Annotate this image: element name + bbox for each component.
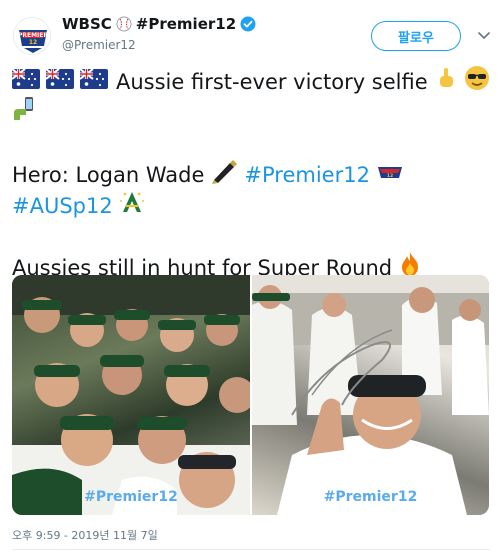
tweet-timestamp[interactable]: 오후 9:59 - 2019년 11월 7일	[12, 527, 158, 543]
pointing-up-icon	[434, 66, 458, 99]
hashtag-premier12[interactable]: #Premier12	[244, 160, 370, 191]
tweet-header: PREMIER 12 WBSC #Premier12 @Premier12 팔로…	[0, 0, 499, 62]
tweet-line-1: Aussie first-ever victory selfie	[11, 65, 490, 100]
display-name[interactable]: WBSC	[62, 15, 112, 33]
author-handle[interactable]: @Premier12	[62, 38, 136, 52]
premier12-logo-icon: 12	[376, 160, 404, 191]
divider	[12, 549, 490, 550]
selfie-hand-icon	[12, 96, 36, 131]
photo-watermark-right: #Premier12	[323, 489, 418, 505]
tweet-line-4: #AUSp12	[12, 191, 490, 222]
australia-flag-icon	[79, 67, 108, 98]
photo-watermark-left: #Premier12	[84, 489, 178, 505]
tweet-line-3-text: Hero: Logan Wade	[12, 163, 205, 187]
display-name-hashtag[interactable]: #Premier12	[136, 15, 236, 33]
svg-text:12: 12	[29, 39, 37, 46]
sunglasses-face-icon	[464, 65, 490, 100]
svg-text:12: 12	[387, 173, 393, 179]
team-selfie-photo-left[interactable]: #Premier12	[12, 275, 250, 515]
author-name-row[interactable]: WBSC #Premier12	[62, 15, 256, 33]
logan-wade-illustration	[252, 275, 489, 515]
tweet-text: Aussie first-ever victory selfie Hero: L…	[11, 65, 490, 284]
aus-team-logo-icon	[119, 189, 145, 224]
tweet-line-1-text: Aussie first-ever victory selfie	[116, 70, 428, 94]
australia-flag-icon	[45, 67, 74, 98]
hashtag-ausp12[interactable]: #AUSp12	[12, 191, 113, 222]
logan-wade-selfie-photo-right[interactable]: #Premier12	[252, 275, 489, 515]
australia-flag-icon	[11, 67, 40, 98]
tweet-line-3: Hero: Logan Wade #Premier12 12	[12, 160, 490, 191]
follow-button[interactable]: 팔로우	[371, 21, 461, 51]
team-selfie-illustration	[12, 275, 250, 515]
verified-badge-icon	[240, 16, 256, 32]
wbsc-premier12-logo[interactable]: PREMIER 12	[13, 17, 51, 55]
baseball-icon	[116, 16, 132, 32]
pen-icon	[210, 158, 238, 193]
svg-text:PREMIER: PREMIER	[18, 32, 48, 39]
chevron-down-icon[interactable]	[475, 26, 493, 44]
tweet-line-2	[12, 96, 490, 131]
tweet-media[interactable]: #Premier12 #Premier12	[12, 275, 489, 515]
